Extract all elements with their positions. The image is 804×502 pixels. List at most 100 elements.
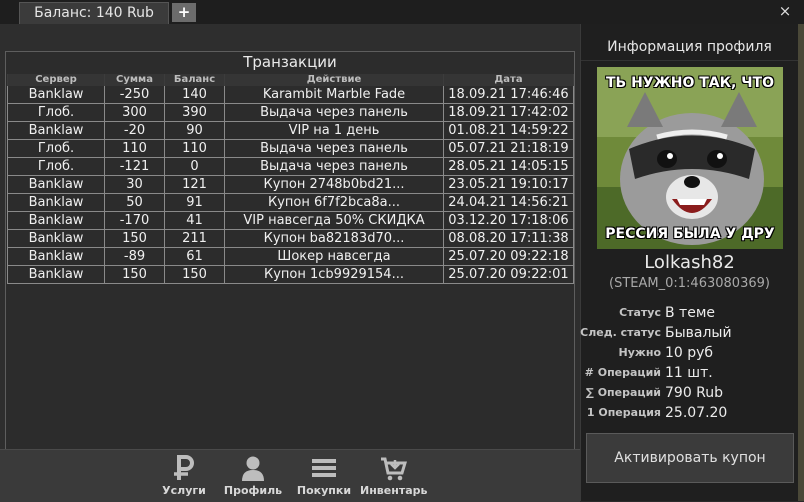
column-header-date[interactable]: Дата — [443, 74, 574, 86]
cell-amount: 50 — [104, 193, 165, 212]
nav-profile-button[interactable]: Профиль — [220, 454, 286, 500]
column-header-amount[interactable]: Сумма — [104, 74, 165, 86]
stat-label: След. статус — [580, 326, 661, 339]
stat-row-operations-count: # Операций 11 шт. — [581, 363, 798, 383]
nav-services-button[interactable]: Услуги — [151, 454, 217, 500]
stat-row-first-operation: 1 Операция 25.07.20 — [581, 403, 798, 423]
transactions-panel: Транзакции Сервер Сумма Баланс Действие … — [5, 51, 575, 472]
nav-inventory-button[interactable]: Инвентарь — [360, 454, 428, 500]
table-row[interactable]: Banklaw 150 150 Купон 1cb9929154... 25.0… — [7, 265, 574, 284]
cart-icon — [381, 457, 407, 481]
cell-amount: -89 — [104, 247, 165, 266]
nav-purchases-button[interactable]: Покупки — [291, 454, 357, 500]
column-header-action[interactable]: Действие — [224, 74, 444, 86]
activate-coupon-button[interactable]: Активировать купон — [586, 433, 794, 483]
cell-amount: 30 — [104, 175, 165, 194]
top-bar: Баланс: 140 Rub + × — [0, 0, 804, 24]
cell-action: Купон ba82183d70... — [224, 229, 444, 248]
cell-amount: -121 — [104, 157, 165, 176]
cell-action: VIP навсегда 50% СКИДКА — [224, 211, 444, 230]
avatar-caption-top: ТЬ НУЖНО ТАК, ЧТО — [605, 75, 775, 91]
cell-balance: 390 — [164, 103, 225, 122]
table-row[interactable]: Banklaw -250 140 Karambit Marble Fade 18… — [7, 86, 574, 104]
stat-label: Статус — [619, 306, 661, 319]
cell-server: Banklaw — [7, 86, 105, 104]
steam-id: (STEAM_0:1:463080369) — [609, 276, 770, 291]
avatar: ТЬ НУЖНО ТАК, ЧТО РЕССИЯ БЫЛА У ДРУ — [597, 67, 783, 249]
list-icon — [312, 459, 336, 477]
cell-date: 25.07.20 09:22:18 — [443, 247, 574, 266]
stat-row-status: Статус В теме — [581, 303, 798, 323]
table-row[interactable]: Banklaw 50 91 Купон 6f7f2bca8a... 24.04.… — [7, 193, 574, 212]
cell-date: 28.05.21 14:05:15 — [443, 157, 574, 176]
cell-amount: -250 — [104, 86, 165, 104]
table-row[interactable]: Banklaw -20 90 VIP на 1 день 01.08.21 14… — [7, 121, 574, 140]
cell-balance: 140 — [164, 86, 225, 104]
table-header-row: Сервер Сумма Баланс Действие Дата — [7, 74, 574, 86]
table-row[interactable]: Глоб. -121 0 Выдача через панель 28.05.2… — [7, 157, 574, 176]
cell-action: Выдача через панель — [224, 103, 444, 122]
profile-header: Информация профиля — [581, 24, 798, 61]
cell-date: 18.09.21 17:42:02 — [443, 103, 574, 122]
stat-value: 10 руб — [665, 345, 714, 361]
cell-server: Banklaw — [7, 211, 105, 230]
cell-amount: -20 — [104, 121, 165, 140]
table-row[interactable]: Глоб. 110 110 Выдача через панель 05.07.… — [7, 139, 574, 158]
table-row[interactable]: Глоб. 300 390 Выдача через панель 18.09.… — [7, 103, 574, 122]
stat-label: ∑ Операций — [585, 386, 661, 399]
tab-balance[interactable]: Баланс: 140 Rub — [19, 2, 169, 24]
cell-date: 18.09.21 17:46:46 — [443, 86, 574, 104]
cell-balance: 110 — [164, 139, 225, 158]
cell-server: Banklaw — [7, 247, 105, 266]
cell-amount: 300 — [104, 103, 165, 122]
nav-inventory-label: Инвентарь — [360, 484, 428, 497]
cell-balance: 90 — [164, 121, 225, 140]
table-row[interactable]: Banklaw 30 121 Купон 2748b0bd21... 23.05… — [7, 175, 574, 194]
nav-services-label: Услуги — [162, 484, 206, 497]
cell-date: 25.07.20 09:22:01 — [443, 265, 574, 284]
cell-date: 23.05.21 19:10:17 — [443, 175, 574, 194]
transactions-title: Транзакции — [243, 53, 337, 71]
cell-server: Глоб. — [7, 103, 105, 122]
cell-balance: 61 — [164, 247, 225, 266]
user-icon — [242, 456, 264, 481]
cell-action: VIP на 1 день — [224, 121, 444, 140]
cell-action: Купон 6f7f2bca8a... — [224, 193, 444, 212]
table-row[interactable]: Banklaw -89 61 Шокер навсегда 25.07.20 0… — [7, 247, 574, 266]
background-edge — [797, 24, 804, 501]
stat-label: 1 Операция — [586, 406, 661, 419]
cell-server: Banklaw — [7, 229, 105, 248]
stat-value: 11 шт. — [665, 365, 713, 381]
cell-action: Выдача через панель — [224, 139, 444, 158]
transactions-table: Сервер Сумма Баланс Действие Дата Bankla… — [7, 74, 574, 284]
cell-server: Banklaw — [7, 193, 105, 212]
stat-value: 790 Rub — [665, 385, 724, 401]
cell-action: Выдача через панель — [224, 157, 444, 176]
cell-date: 05.07.21 21:18:19 — [443, 139, 574, 158]
profile-panel: Информация профиля ТЬ НУЖНО ТАК, ЧТО РЕС… — [580, 24, 798, 501]
cell-date: 03.12.20 17:18:06 — [443, 211, 574, 230]
column-header-balance[interactable]: Баланс — [164, 74, 225, 86]
cell-amount: 150 — [104, 265, 165, 284]
bottom-nav: Услуги Профиль Покупки Инвентарь — [0, 449, 580, 502]
add-tab-button[interactable]: + — [172, 3, 196, 22]
avatar-caption-bottom: РЕССИЯ БЫЛА У ДРУ — [605, 226, 775, 242]
stat-row-operations-sum: ∑ Операций 790 Rub — [581, 383, 798, 403]
stat-label: # Операций — [584, 366, 661, 379]
cell-date: 01.08.21 14:59:22 — [443, 121, 574, 140]
cell-date: 24.04.21 14:56:21 — [443, 193, 574, 212]
close-icon[interactable]: × — [776, 2, 794, 20]
cell-balance: 41 — [164, 211, 225, 230]
cell-amount: -170 — [104, 211, 165, 230]
table-row[interactable]: Banklaw 150 211 Купон ba82183d70... 08.0… — [7, 229, 574, 248]
username: Lolkash82 — [644, 252, 735, 273]
stat-value: В теме — [665, 305, 715, 321]
main-panel: Транзакции Сервер Сумма Баланс Действие … — [0, 24, 580, 501]
cell-action: Karambit Marble Fade — [224, 86, 444, 104]
stat-label: Нужно — [618, 346, 661, 359]
table-row[interactable]: Banklaw -170 41 VIP навсегда 50% СКИДКА … — [7, 211, 574, 230]
cell-action: Шокер навсегда — [224, 247, 444, 266]
cell-balance: 0 — [164, 157, 225, 176]
cell-balance: 211 — [164, 229, 225, 248]
column-header-server[interactable]: Сервер — [7, 74, 105, 86]
